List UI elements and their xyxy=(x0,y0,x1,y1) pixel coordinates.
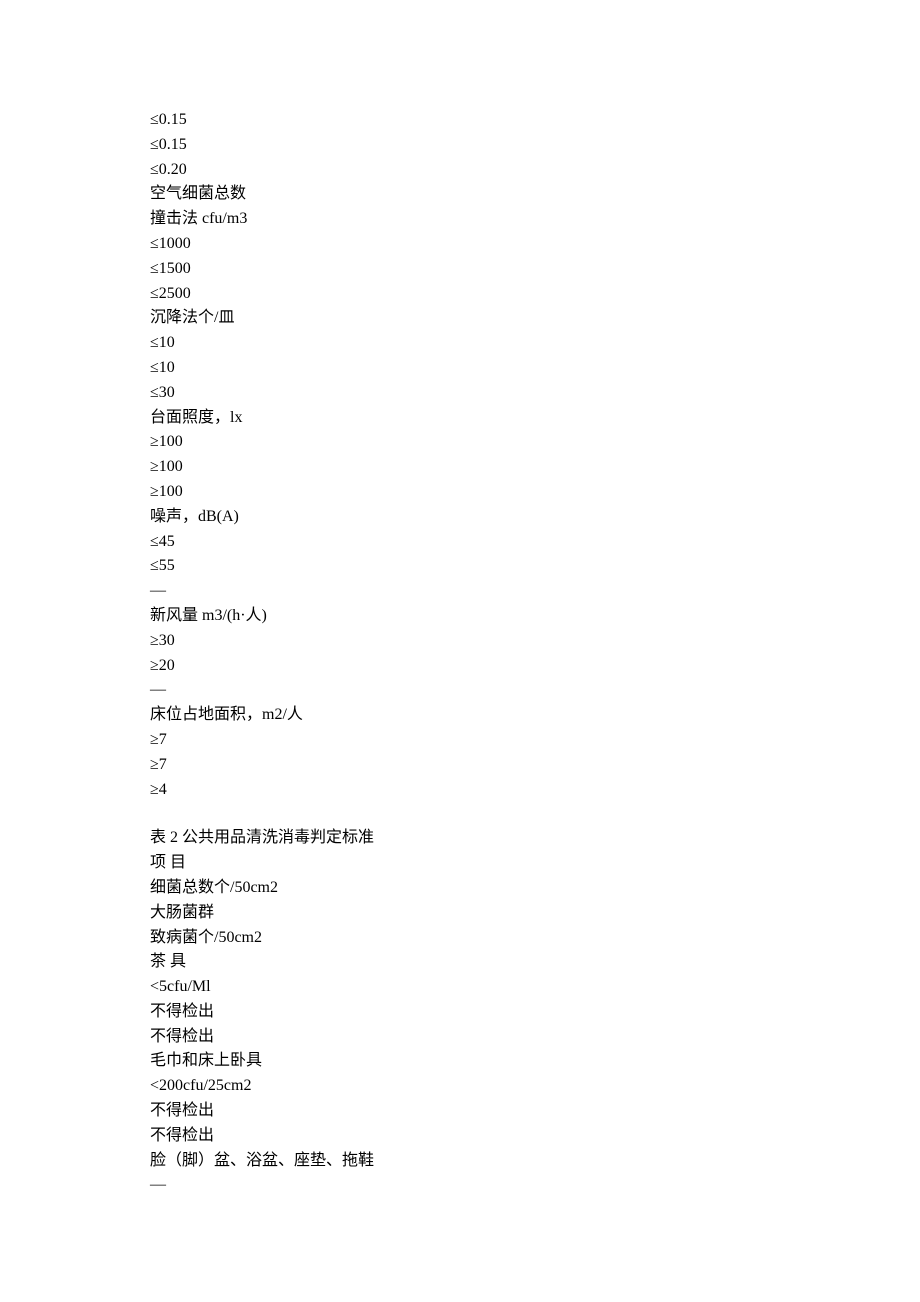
text-line: 致病菌个/50cm2 xyxy=(150,926,770,951)
text-line: ≥100 xyxy=(150,480,770,505)
text-line: 脸（脚）盆、浴盆、座垫、拖鞋 xyxy=(150,1149,770,1174)
document-page: ≤0.15≤0.15≤0.20空气细菌总数撞击法 cfu/m3≤1000≤150… xyxy=(0,0,920,1302)
text-line: ≤0.15 xyxy=(150,133,770,158)
text-line: 空气细菌总数 xyxy=(150,182,770,207)
text-line: 沉降法个/皿 xyxy=(150,306,770,331)
text-line: 台面照度，lx xyxy=(150,406,770,431)
text-line: ≥7 xyxy=(150,753,770,778)
text-line: 不得检出 xyxy=(150,1124,770,1149)
text-line: — xyxy=(150,1173,770,1198)
text-line: 床位占地面积，m2/人 xyxy=(150,703,770,728)
text-line: ≤45 xyxy=(150,530,770,555)
text-line: 不得检出 xyxy=(150,1025,770,1050)
text-line: ≥7 xyxy=(150,728,770,753)
text-line: ≥100 xyxy=(150,430,770,455)
text-line: 不得检出 xyxy=(150,1000,770,1025)
text-line: ≤10 xyxy=(150,356,770,381)
text-line: ≤1500 xyxy=(150,257,770,282)
text-line: 细菌总数个/50cm2 xyxy=(150,876,770,901)
text-line: <5cfu/Ml xyxy=(150,975,770,1000)
text-line: 毛巾和床上卧具 xyxy=(150,1049,770,1074)
text-line: ≤0.15 xyxy=(150,108,770,133)
text-line: 撞击法 cfu/m3 xyxy=(150,207,770,232)
text-line: — xyxy=(150,678,770,703)
text-line: 新风量 m3/(h·人) xyxy=(150,604,770,629)
text-line: — xyxy=(150,579,770,604)
text-line: 不得检出 xyxy=(150,1099,770,1124)
text-line: 茶 具 xyxy=(150,950,770,975)
text-line: ≤1000 xyxy=(150,232,770,257)
text-line: 表 2 公共用品清洗消毒判定标准 xyxy=(150,826,770,851)
text-line: ≤30 xyxy=(150,381,770,406)
text-line: ≤10 xyxy=(150,331,770,356)
text-line: 噪声，dB(A) xyxy=(150,505,770,530)
text-line: ≥100 xyxy=(150,455,770,480)
text-line: ≥30 xyxy=(150,629,770,654)
text-line: ≥4 xyxy=(150,778,770,803)
text-line: ≤55 xyxy=(150,554,770,579)
text-line: 项 目 xyxy=(150,851,770,876)
text-line: ≤2500 xyxy=(150,282,770,307)
text-line: 大肠菌群 xyxy=(150,901,770,926)
text-line: <200cfu/25cm2 xyxy=(150,1074,770,1099)
text-line: ≤0.20 xyxy=(150,158,770,183)
blank-line xyxy=(150,802,770,826)
text-line: ≥20 xyxy=(150,654,770,679)
